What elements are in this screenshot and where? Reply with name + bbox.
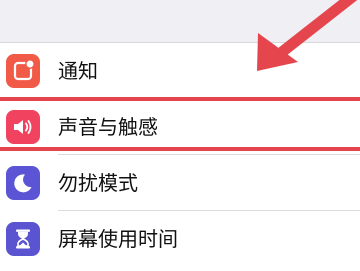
pointer-arrow-icon [257, 0, 358, 71]
moon-icon [6, 166, 40, 200]
settings-item-label: 屏幕使用时间 [58, 227, 178, 251]
settings-item-do-not-disturb[interactable]: 勿扰模式 [0, 155, 360, 211]
settings-item-sounds-haptics[interactable]: 声音与触感 [0, 99, 360, 155]
notifications-icon [6, 54, 40, 88]
speaker-icon [6, 110, 40, 144]
settings-item-label: 通知 [58, 59, 98, 83]
settings-item-label: 声音与触感 [58, 115, 158, 139]
hourglass-icon [6, 222, 40, 256]
settings-item-label: 勿扰模式 [58, 171, 138, 195]
settings-item-screen-time[interactable]: 屏幕使用时间 [0, 211, 360, 267]
